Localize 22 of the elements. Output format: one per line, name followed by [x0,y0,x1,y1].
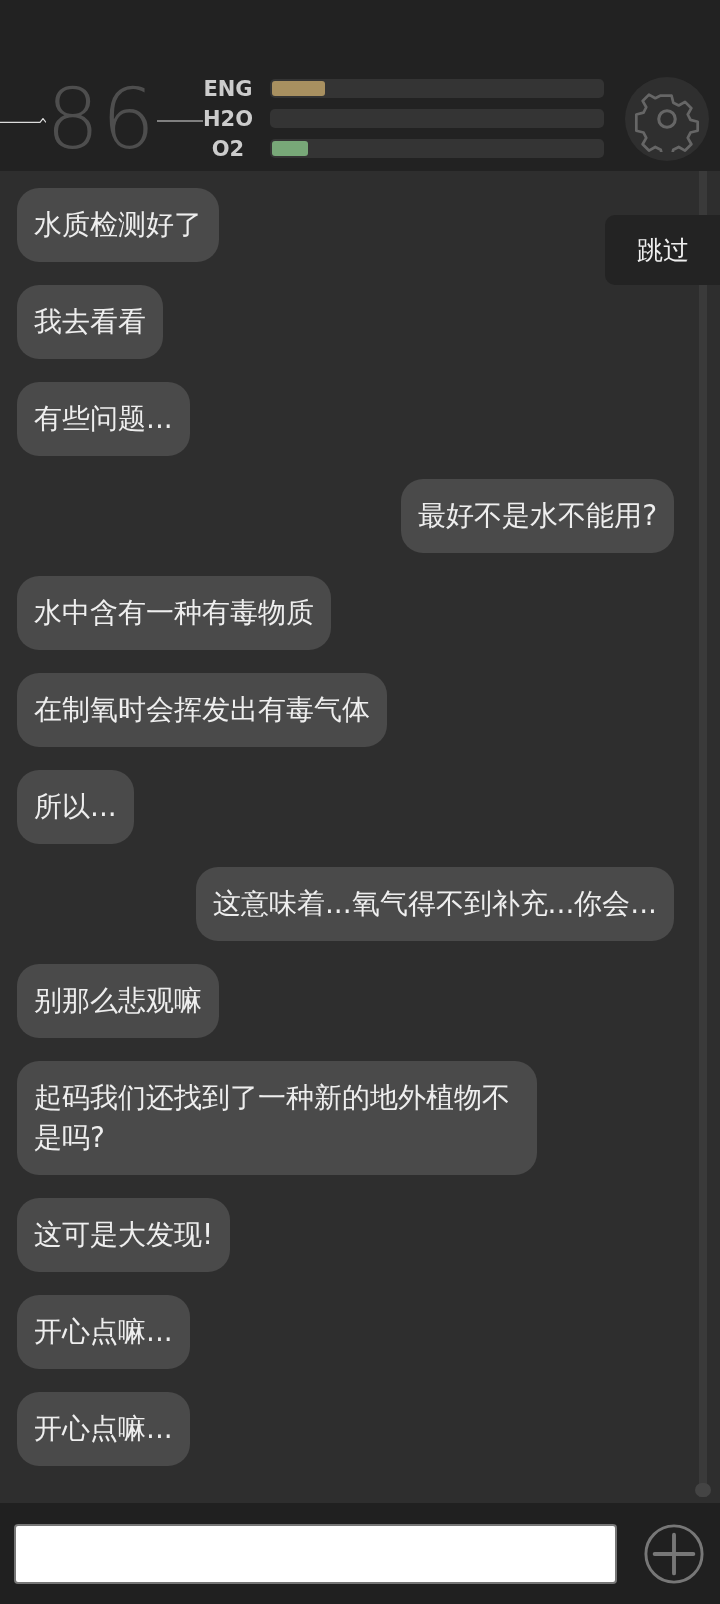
message-bubble: 最好不是水不能用? [401,479,674,553]
add-button[interactable] [643,1522,705,1585]
meter-label: O2 [210,138,246,159]
meter-label: H2O [201,108,254,129]
message-bubble: 水中含有一种有毒物质 [17,576,331,650]
message-bubble: 水质检测好了 [17,188,219,262]
message-bubble: 有些问题... [17,382,190,456]
input-field[interactable] [14,1523,617,1584]
needle-line [0,118,46,123]
skip-button[interactable]: 跳过 [605,215,720,285]
plus-icon [643,1522,705,1585]
message-bubble: 这可是大发现! [17,1198,231,1272]
message-bubble: 开心点嘛... [17,1295,190,1369]
message-bubble: 开心点嘛... [17,1392,190,1466]
message-bubble: 我去看看 [17,285,163,359]
message-bubble: 这意味着...氧气得不到补充...你会... [195,867,674,941]
message-bubble: 在制氧时会挥发出有毒气体 [17,673,387,747]
message-bubble: 起码我们还找到了一种新的地外植物不是吗? [17,1061,537,1175]
meter-label: ENG [202,78,254,99]
message-bubble: 别那么悲观嘛 [17,964,219,1038]
message-bubble: 所以... [17,770,134,844]
needle-line [156,119,203,122]
